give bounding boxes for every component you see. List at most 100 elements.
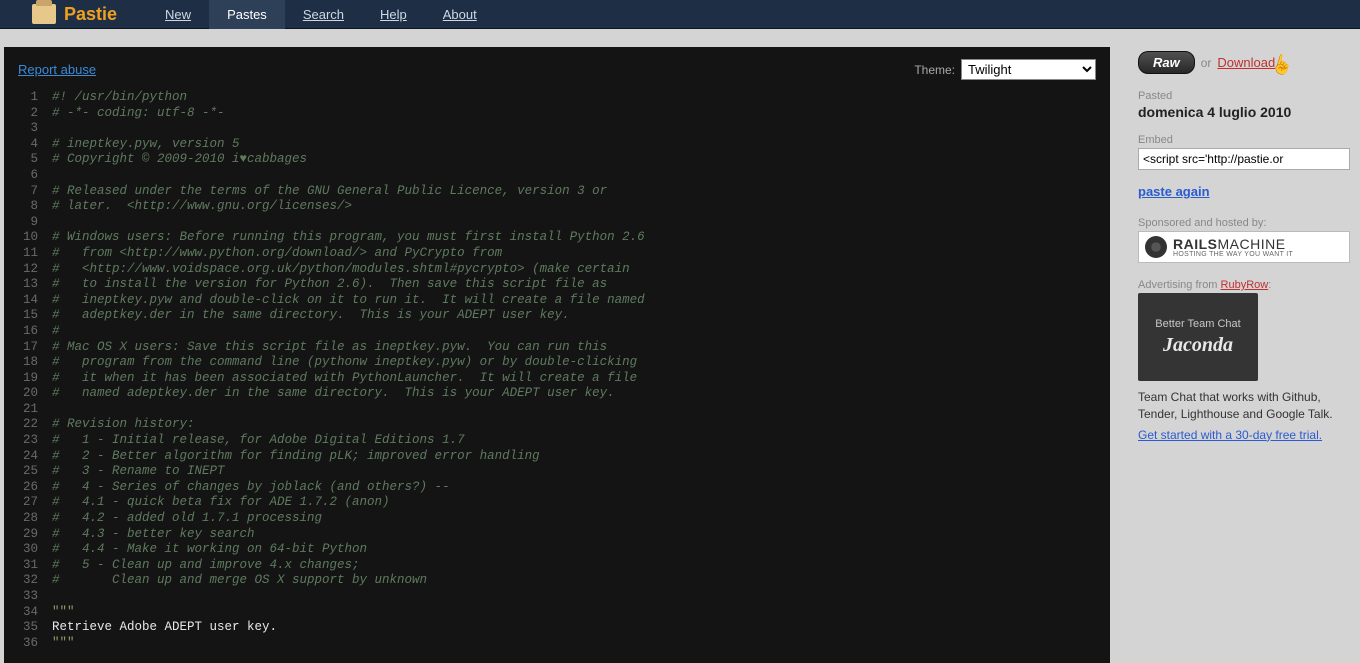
- line-number: 31: [18, 558, 52, 574]
- line-number: 15: [18, 308, 52, 324]
- code-text: # ineptkey.pyw, version 5: [52, 137, 240, 153]
- code-text: # 4 - Series of changes by joblack (and …: [52, 480, 450, 496]
- download-link[interactable]: Download: [1217, 55, 1275, 70]
- pointer-cursor-icon: [1273, 53, 1289, 73]
- code-line: 1#! /usr/bin/python: [18, 90, 1096, 106]
- code-text: """: [52, 636, 75, 652]
- line-number: 22: [18, 417, 52, 433]
- line-number: 17: [18, 340, 52, 356]
- embed-label: Embed: [1138, 134, 1350, 146]
- theme-select[interactable]: Twilight: [961, 59, 1096, 80]
- code-line: 27# 4.1 - quick beta fix for ADE 1.7.2 (…: [18, 495, 1096, 511]
- sponsor-tagline: HOSTING THE WAY YOU WANT IT: [1173, 251, 1293, 258]
- line-number: 10: [18, 230, 52, 246]
- code-text: # later. <http://www.gnu.org/licenses/>: [52, 199, 352, 215]
- code-text: # Released under the terms of the GNU Ge…: [52, 184, 607, 200]
- code-line: 25# 3 - Rename to INEPT: [18, 464, 1096, 480]
- code-line: 3: [18, 121, 1096, 137]
- clipboard-icon: [32, 4, 56, 24]
- code-text: # Revision history:: [52, 417, 195, 433]
- code-line: 30# 4.4 - Make it working on 64-bit Pyth…: [18, 542, 1096, 558]
- nav-about[interactable]: About: [425, 0, 495, 29]
- line-number: 34: [18, 605, 52, 621]
- line-number: 9: [18, 215, 52, 231]
- pasted-label: Pasted: [1138, 90, 1350, 102]
- line-number: 25: [18, 464, 52, 480]
- code-text: # 4.1 - quick beta fix for ADE 1.7.2 (an…: [52, 495, 390, 511]
- code-line: 2# -*- coding: utf-8 -*-: [18, 106, 1096, 122]
- code-text: # 4.3 - better key search: [52, 527, 255, 543]
- code-line: 29# 4.3 - better key search: [18, 527, 1096, 543]
- code-line: 12# <http://www.voidspace.org.uk/python/…: [18, 262, 1096, 278]
- code-line: 17# Mac OS X users: Save this script fil…: [18, 340, 1096, 356]
- code-line: 4# ineptkey.pyw, version 5: [18, 137, 1096, 153]
- code-line: 8# later. <http://www.gnu.org/licenses/>: [18, 199, 1096, 215]
- code-text: # to install the version for Python 2.6)…: [52, 277, 607, 293]
- sponsor-bold: RAILS: [1173, 236, 1218, 252]
- or-text: or: [1201, 56, 1212, 70]
- code-line: 11# from <http://www.python.org/download…: [18, 246, 1096, 262]
- line-number: 30: [18, 542, 52, 558]
- code-line: 13# to install the version for Python 2.…: [18, 277, 1096, 293]
- code-line: 26# 4 - Series of changes by joblack (an…: [18, 480, 1096, 496]
- sidebar: Raw or Download Pasted domenica 4 luglio…: [1138, 47, 1356, 663]
- line-number: 5: [18, 152, 52, 168]
- line-number: 35: [18, 620, 52, 636]
- line-number: 27: [18, 495, 52, 511]
- brand-text: Pastie: [64, 4, 117, 25]
- nav-search[interactable]: Search: [285, 0, 362, 29]
- code-text: # Clean up and merge OS X support by unk…: [52, 573, 427, 589]
- code-text: """: [52, 605, 75, 621]
- line-number: 28: [18, 511, 52, 527]
- code-text: # Mac OS X users: Save this script file …: [52, 340, 607, 356]
- nav-help[interactable]: Help: [362, 0, 425, 29]
- code-line: 36""": [18, 636, 1096, 652]
- report-abuse-link[interactable]: Report abuse: [18, 62, 96, 77]
- code-text: # 4.2 - added old 1.7.1 processing: [52, 511, 322, 527]
- line-number: 36: [18, 636, 52, 652]
- nav-new[interactable]: New: [147, 0, 209, 29]
- ad-description: Team Chat that works with Github, Tender…: [1138, 389, 1350, 423]
- sponsor-box[interactable]: RAILSMACHINE HOSTING THE WAY YOU WANT IT: [1138, 231, 1350, 263]
- code-text: # 1 - Initial release, for Adobe Digital…: [52, 433, 465, 449]
- code-text: # Windows users: Before running this pro…: [52, 230, 645, 246]
- nav-pastes[interactable]: Pastes: [209, 0, 285, 29]
- rubyrow-link[interactable]: RubyRow: [1221, 279, 1269, 291]
- code-text: # Copyright © 2009-2010 i♥cabbages: [52, 152, 307, 168]
- code-line: 35Retrieve Adobe ADEPT user key.: [18, 620, 1096, 636]
- line-number: 4: [18, 137, 52, 153]
- code-line: 10# Windows users: Before running this p…: [18, 230, 1096, 246]
- line-number: 7: [18, 184, 52, 200]
- code-line: 24# 2 - Better algorithm for finding pLK…: [18, 449, 1096, 465]
- code-text: #! /usr/bin/python: [52, 90, 187, 106]
- pasted-date: domenica 4 luglio 2010: [1138, 104, 1350, 120]
- paste-again-link[interactable]: paste again: [1138, 184, 1210, 199]
- code-block: 1#! /usr/bin/python2# -*- coding: utf-8 …: [18, 90, 1096, 651]
- code-text: # 4.4 - Make it working on 64-bit Python: [52, 542, 367, 558]
- ad-cta-link[interactable]: Get started with a 30-day free trial.: [1138, 428, 1322, 442]
- line-number: 32: [18, 573, 52, 589]
- embed-input[interactable]: [1138, 148, 1350, 170]
- raw-button[interactable]: Raw: [1138, 51, 1195, 74]
- line-number: 19: [18, 371, 52, 387]
- ad-banner[interactable]: Better Team Chat Jaconda: [1138, 293, 1258, 381]
- line-number: 23: [18, 433, 52, 449]
- code-line: 33: [18, 589, 1096, 605]
- code-text: # program from the command line (pythonw…: [52, 355, 637, 371]
- code-line: 21: [18, 402, 1096, 418]
- line-number: 21: [18, 402, 52, 418]
- code-text: # it when it has been associated with Py…: [52, 371, 637, 387]
- ad-label: Advertising from RubyRow:: [1138, 279, 1350, 291]
- gear-icon: [1145, 236, 1167, 258]
- line-number: 3: [18, 121, 52, 137]
- code-line: 15# adeptkey.der in the same directory. …: [18, 308, 1096, 324]
- logo[interactable]: Pastie: [32, 4, 117, 25]
- code-text: # named adeptkey.der in the same directo…: [52, 386, 615, 402]
- code-line: 16#: [18, 324, 1096, 340]
- code-line: 22# Revision history:: [18, 417, 1096, 433]
- code-line: 31# 5 - Clean up and improve 4.x changes…: [18, 558, 1096, 574]
- theme-label: Theme:: [914, 63, 955, 77]
- line-number: 8: [18, 199, 52, 215]
- code-line: 19# it when it has been associated with …: [18, 371, 1096, 387]
- line-number: 13: [18, 277, 52, 293]
